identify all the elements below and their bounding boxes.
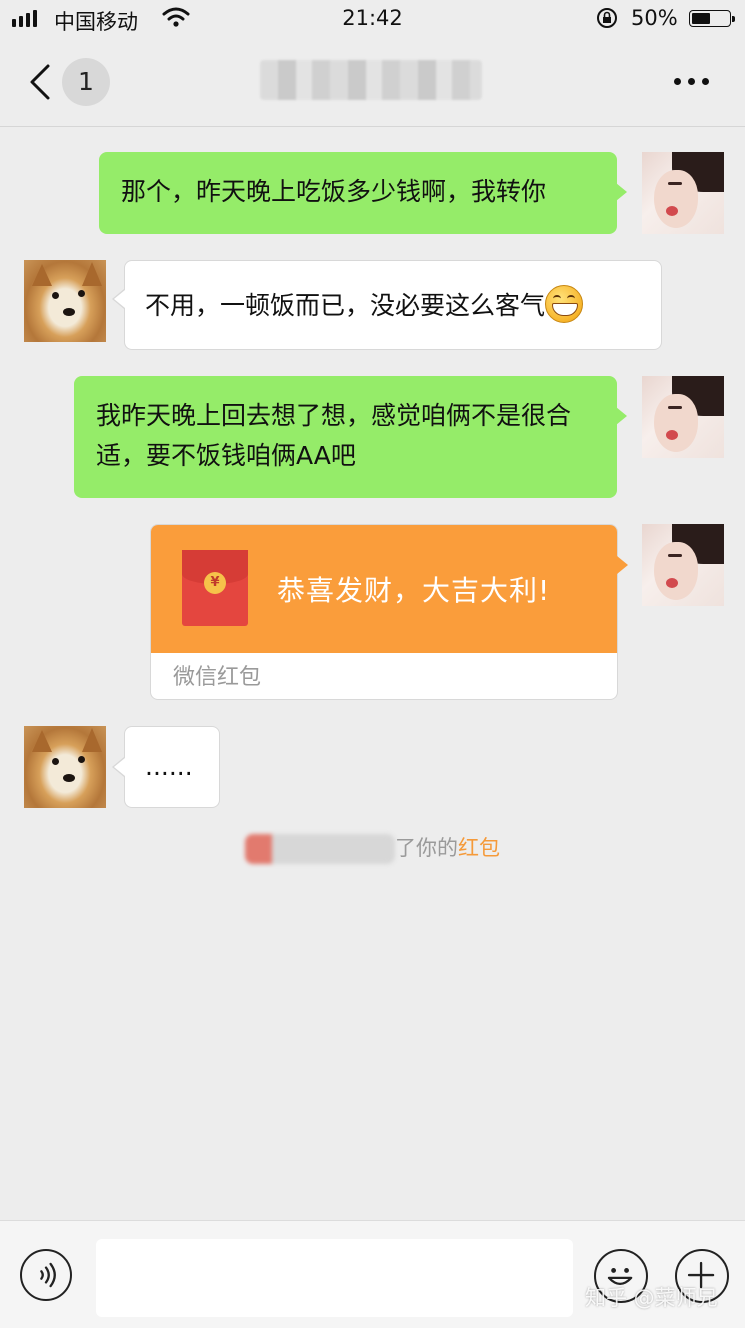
bubble-tail — [616, 183, 627, 201]
more-options-icon[interactable] — [674, 78, 709, 85]
message-text: 那个，昨天晚上吃饭多少钱啊，我转你 — [121, 177, 547, 206]
message-bubble-outgoing[interactable]: 那个，昨天晚上吃饭多少钱啊，我转你 — [99, 152, 617, 234]
coin-icon: ¥ — [204, 572, 226, 594]
chat-header: 1 — [0, 38, 745, 127]
contact-avatar[interactable] — [24, 726, 106, 808]
redacted-name — [245, 834, 395, 864]
red-packet-label: 微信红包 — [173, 665, 262, 690]
red-packet-link[interactable]: 红包 — [458, 836, 500, 860]
voice-input-icon[interactable] — [20, 1249, 72, 1301]
grinning-face-emoji-icon — [545, 285, 584, 323]
red-packet-card[interactable]: ¥ 恭喜发财，大吉大利! 微信红包 — [150, 524, 618, 700]
contact-avatar[interactable] — [24, 260, 106, 342]
system-notice: 了你的红包 — [0, 832, 745, 864]
system-notice-text: 了你的 — [395, 836, 458, 860]
bubble-tail — [114, 758, 125, 776]
my-avatar[interactable] — [642, 152, 724, 234]
message-text: 我昨天晚上回去想了想，感觉咱俩不是很合适，要不饭钱咱俩AA吧 — [96, 401, 572, 470]
message-text: 不用，一顿饭而已，没必要这么客气 — [145, 291, 546, 320]
battery-icon — [689, 10, 735, 27]
bubble-tail — [616, 407, 627, 425]
message-bubble-outgoing[interactable]: 我昨天晚上回去想了想，感觉咱俩不是很合适，要不饭钱咱俩AA吧 — [74, 376, 617, 498]
my-avatar[interactable] — [642, 524, 724, 606]
chat-title-redacted — [260, 60, 482, 100]
message-bubble-incoming[interactable]: 不用，一顿饭而已，没必要这么客气 — [124, 260, 662, 350]
red-packet-header: ¥ 恭喜发财，大吉大利! — [151, 525, 617, 653]
bubble-tail — [114, 290, 125, 308]
back-chevron-icon[interactable] — [26, 62, 56, 102]
watermark: 知乎 @菜师兄 — [585, 1286, 718, 1310]
red-envelope-icon: ¥ — [182, 550, 248, 626]
battery-percent: 50% — [631, 6, 678, 30]
unread-count-badge[interactable]: 1 — [62, 58, 110, 106]
rotation-lock-icon — [597, 8, 617, 28]
message-text: ...... — [145, 752, 193, 781]
bubble-tail — [617, 556, 628, 574]
message-bubble-incoming[interactable]: ...... — [124, 726, 220, 808]
message-input[interactable] — [96, 1239, 573, 1317]
status-bar: 中国移动 21:42 50% — [0, 0, 745, 38]
red-packet-greeting: 恭喜发财，大吉大利! — [277, 574, 551, 607]
my-avatar[interactable] — [642, 376, 724, 458]
